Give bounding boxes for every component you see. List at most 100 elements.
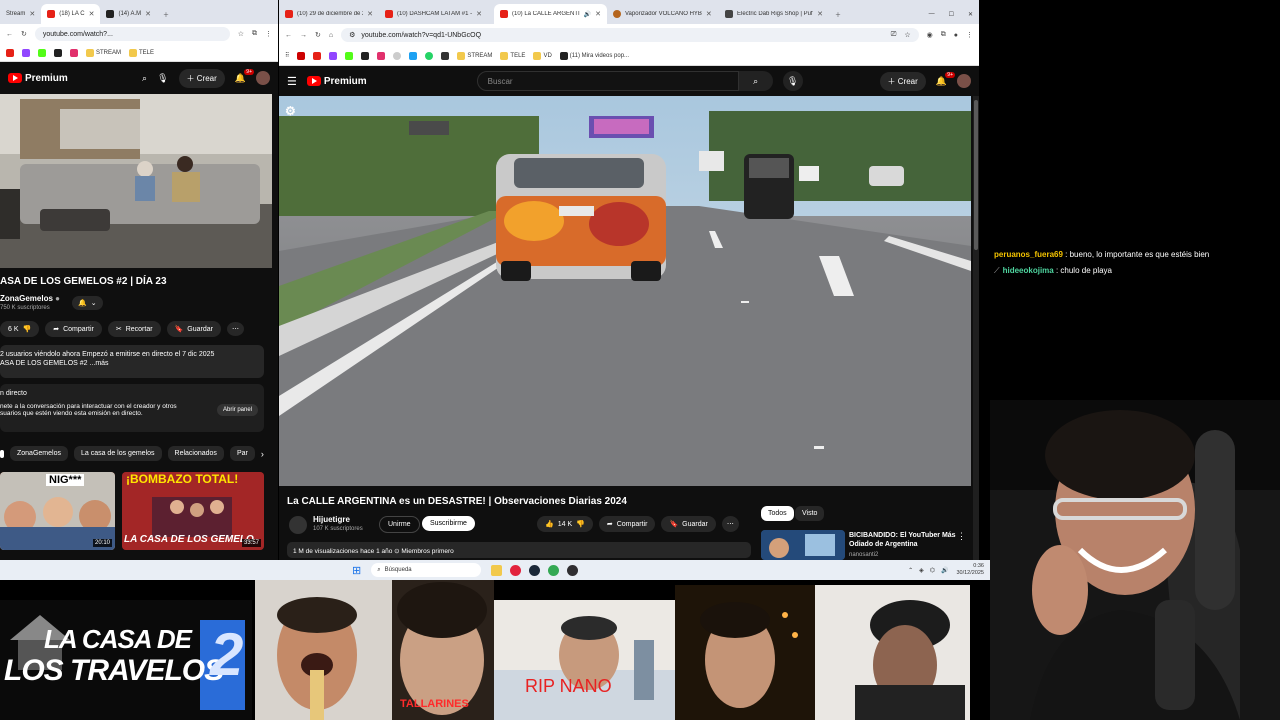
hamburger-menu-icon[interactable]: ☰ (287, 75, 297, 88)
youtube-bookmark-icon[interactable] (313, 51, 322, 60)
steam-icon[interactable] (529, 564, 541, 576)
file-explorer-icon[interactable] (491, 564, 503, 576)
mic-icon[interactable]: 🎙 (157, 73, 168, 84)
menu-icon[interactable]: ⋮ (966, 31, 973, 39)
description-box[interactable]: 1 M de visualizaciones hace 1 año ⊙ Miem… (287, 542, 751, 558)
chip-la-casa[interactable]: La casa de los gemelos (73, 446, 162, 461)
clock[interactable]: 0:36 30/12/2025 (956, 563, 984, 576)
extension-icon[interactable]: ◉ (927, 31, 933, 39)
close-icon[interactable]: ✕ (367, 10, 373, 18)
right-tab-4[interactable]: Vaporizador VOLCANO HYB ✕ (607, 4, 719, 24)
more-button[interactable]: ⋯ (721, 516, 739, 532)
site-info-icon[interactable]: ⚙ (349, 31, 355, 39)
close-icon[interactable]: ✕ (29, 10, 35, 18)
channel-name[interactable]: ZonaGemelos ● (0, 294, 60, 303)
close-icon[interactable]: ✕ (476, 10, 482, 18)
bookmark-stream[interactable]: STREAM (457, 51, 492, 60)
subscribe-button[interactable]: Suscribirme (422, 516, 475, 531)
like-button[interactable]: 👍 14 K 👎 (537, 516, 593, 532)
recommended-thumb-1[interactable]: NIG*** 20:10 (0, 472, 115, 550)
back-icon[interactable]: ← (285, 32, 292, 39)
wifi-icon[interactable]: ⌬ (930, 567, 935, 574)
maximize-icon[interactable]: ☐ (949, 11, 954, 18)
share-button[interactable]: ➦ Compartir (598, 516, 656, 532)
instagram-bookmark-icon[interactable] (377, 51, 386, 60)
bookmark-icon[interactable] (393, 51, 402, 60)
twitch-bookmark-icon[interactable] (329, 51, 338, 60)
right-tab-2[interactable]: (10) DASHCAM LATAM #1 - ✕ (379, 4, 494, 24)
left-url-field[interactable]: youtube.com/watch?... (34, 27, 230, 41)
tiktok-bookmark-icon[interactable] (54, 48, 62, 57)
apps-icon[interactable]: ⠿ (285, 52, 289, 59)
bookmark-vd[interactable]: VD (533, 51, 552, 60)
right-url-field[interactable]: ⚙ youtube.com/watch?v=qd1-UNbGcOQ ⎚ ☆ (341, 28, 919, 42)
instagram-bookmark-icon[interactable] (70, 48, 78, 57)
left-tab-2[interactable]: (18) LA C ✕ (41, 4, 101, 24)
save-button[interactable]: 🔖 Guardar (661, 516, 716, 532)
recommended-thumb-2[interactable]: ¡BOMBAZO TOTAL! LA CASA DE LOS GEMELO 33… (122, 472, 264, 550)
tray-app-icon[interactable]: ◈ (919, 567, 924, 574)
scrollbar-thumb[interactable] (974, 100, 978, 250)
menu-icon[interactable]: ⋮ (265, 30, 272, 38)
bookmark-icon[interactable] (297, 51, 306, 60)
create-button[interactable]: ＋ Crear (879, 71, 926, 91)
back-icon[interactable]: ← (6, 31, 13, 38)
reload-icon[interactable]: ↻ (315, 31, 321, 39)
tiktok-bookmark-icon[interactable] (361, 51, 370, 60)
filter-chip-seen[interactable]: Visto (795, 506, 825, 521)
close-icon[interactable]: ✕ (706, 10, 712, 18)
home-icon[interactable]: ⌂ (329, 32, 333, 39)
new-tab-button[interactable]: ＋ (157, 4, 175, 24)
chip-relacionados[interactable]: Relacionados (167, 446, 224, 461)
main-video-player[interactable] (279, 96, 971, 486)
star-icon[interactable]: ☆ (238, 30, 244, 38)
kick-bookmark-icon[interactable] (38, 48, 46, 57)
minimize-icon[interactable]: — (929, 11, 935, 17)
close-window-icon[interactable]: ✕ (968, 11, 973, 18)
yt-logo[interactable]: Premium (306, 76, 367, 87)
extensions-icon[interactable]: ⧉ (252, 30, 257, 38)
volume-icon[interactable]: 🔊 (941, 567, 948, 574)
bell-icon[interactable]: 🔔 9+ (936, 71, 955, 87)
avatar[interactable] (256, 71, 270, 85)
like-button[interactable]: 6 K 👎 (0, 321, 40, 337)
description-box[interactable]: 2 usuarios viéndolo ahora Empezó a emiti… (0, 345, 264, 378)
whatsapp-bookmark-icon[interactable] (425, 51, 434, 60)
yt-logo[interactable]: Premium (8, 73, 68, 84)
chip-par[interactable]: Par (229, 446, 255, 461)
close-icon[interactable]: ✕ (817, 10, 823, 18)
chrome-icon[interactable] (548, 564, 560, 576)
left-video-player[interactable] (0, 94, 272, 268)
bookmark-mira-videos[interactable]: (11) Mira videos pop... (559, 51, 629, 60)
left-tab-3[interactable]: (14) A.M ✕ (100, 4, 157, 24)
star-icon[interactable]: ☆ (904, 31, 910, 39)
channel-name[interactable]: Hijuetigre (313, 515, 350, 524)
clip-button[interactable]: ✂ Recortar (107, 321, 161, 337)
right-tab-5[interactable]: Electric Dab Rigs Shop | Puff ✕ (719, 4, 829, 24)
mic-icon[interactable]: 🎙 (782, 71, 803, 91)
filter-chip-all[interactable]: Todos (761, 506, 794, 521)
kick-bookmark-icon[interactable] (345, 51, 354, 60)
join-button[interactable]: Unirme (379, 516, 420, 533)
reload-icon[interactable]: ↻ (21, 30, 27, 38)
chevron-right-icon[interactable]: › (261, 449, 264, 459)
youtube-bookmark-icon[interactable] (6, 48, 14, 57)
save-button[interactable]: 🔖 Guardar (166, 321, 221, 337)
search-icon[interactable]: ⌕ (142, 73, 147, 84)
cast-icon[interactable]: ⎚ (891, 31, 897, 39)
create-button[interactable]: ＋ Crear (178, 68, 225, 88)
right-tab-1[interactable]: (10) 29 de diciembre de 2025 ✕ (279, 4, 379, 24)
search-input[interactable]: Buscar (476, 71, 739, 91)
avatar[interactable] (957, 74, 971, 88)
share-button[interactable]: ➦ Compartir (45, 321, 102, 337)
opera-icon[interactable] (510, 564, 522, 576)
close-icon[interactable]: ✕ (89, 10, 95, 18)
obs-icon[interactable] (567, 564, 579, 576)
notification-bell-button[interactable]: 🔔 ⌄ (72, 296, 103, 310)
taskbar-search[interactable]: ⌕ Búsqueda (371, 563, 482, 577)
chip-scroll-left[interactable] (0, 449, 4, 458)
more-button[interactable]: ⋯ (226, 322, 244, 336)
bookmark-icon[interactable] (409, 51, 418, 60)
recommended-title[interactable]: BICIBANDIDO: El YouTuber Más Odiado de Ar… (849, 531, 956, 549)
bookmark-icon[interactable] (441, 51, 450, 60)
